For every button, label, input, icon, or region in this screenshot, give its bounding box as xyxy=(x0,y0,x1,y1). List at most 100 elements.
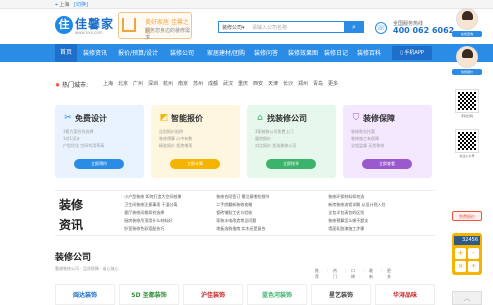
card-cta-button[interactable]: 立即预约 xyxy=(74,159,124,169)
city-link[interactable]: 杭州 xyxy=(163,80,173,87)
nav-item-companies[interactable]: 装修公司 xyxy=(170,48,194,57)
hot-cities-label: ✹ 热门城市: xyxy=(55,82,88,89)
company-logo[interactable]: 华浔品味 xyxy=(375,284,435,305)
news-tag-line-2: 资讯 xyxy=(59,218,84,232)
news-link[interactable]: · 装修合同签订 需注意哪些细节 xyxy=(213,194,270,200)
city-link[interactable]: 南京 xyxy=(178,80,188,87)
company-logo[interactable]: 沪佳装饰 xyxy=(183,284,243,305)
tab-divider: | xyxy=(381,268,383,273)
city-link[interactable]: 郑州 xyxy=(298,80,308,87)
company-logo[interactable]: 蓝色河装饰 xyxy=(247,284,307,305)
company-logo[interactable]: SD 圣都装饰 xyxy=(119,284,179,305)
calculator-icon: ◩ xyxy=(159,113,169,123)
news-link[interactable]: · 厨房装修吊顶用什么材料好 xyxy=(121,218,172,224)
news-link[interactable]: · 装修环保材料如何选 xyxy=(325,194,364,200)
tab-more[interactable]: 更多 xyxy=(387,268,391,280)
card-cta-button[interactable]: 立即找寻 xyxy=(266,159,316,169)
city-link[interactable]: 上海 xyxy=(103,80,113,87)
quote-calculator-widget[interactable]: 32456 + - × ÷ xyxy=(452,233,482,275)
current-city: 上海 xyxy=(59,2,70,8)
card-feature: 全程监督 无忧装修 xyxy=(351,143,385,148)
back-to-top-button[interactable]: ︿ xyxy=(452,291,482,305)
company-logo[interactable]: 星艺装饰 xyxy=(311,284,371,305)
card-cta-button[interactable]: 立即查看 xyxy=(362,159,412,169)
house-icon xyxy=(122,18,136,32)
logo-icon[interactable]: 住 xyxy=(55,16,73,34)
city-link[interactable]: 深圳 xyxy=(148,80,158,87)
news-link[interactable]: · 墙面乳胶漆施工步骤 xyxy=(325,226,364,232)
nav-item-news[interactable]: 装修资讯 xyxy=(83,48,107,57)
house-icon: ⌂ xyxy=(257,113,263,123)
news-link[interactable]: · 卫生间装修注意事项 干湿分离 xyxy=(121,202,178,208)
card-cta-button[interactable]: 立即计算 xyxy=(170,159,220,169)
news-link[interactable]: · 家装水电改造常见问题 xyxy=(213,218,256,224)
slogan-line-2: 服务您身边的装修需求 xyxy=(145,28,191,41)
service-card-smart-quote[interactable]: ◩ 智能报价 告别报价陷阱 装修预算 心中有数 精准报价 拒绝增项 立即计算 xyxy=(151,105,240,178)
search-category-select[interactable]: 装修公司▾ xyxy=(222,24,245,31)
multiply-icon: × xyxy=(455,261,466,272)
free-quote-button[interactable]: 免费报价 xyxy=(452,211,482,221)
nav-item-materials[interactable]: 家居建材/团购 xyxy=(207,48,245,57)
qr-label: 关注公众号 xyxy=(459,154,475,158)
news-link[interactable]: · 瓷砖铺贴工艺与验收 xyxy=(213,210,252,216)
nav-item-diary[interactable]: 装修日记 xyxy=(324,48,348,57)
city-link[interactable]: 广州 xyxy=(133,80,143,87)
top-bar: ⌖ 上海 [切换] xyxy=(0,0,493,9)
city-link[interactable]: 北京 xyxy=(118,80,128,87)
city-link[interactable]: 武汉 xyxy=(223,80,233,87)
news-section: 装修 资讯 · 小户型装修 如何打造大空间效果 · 卫生间装修注意事项 干湿分离 ·… xyxy=(55,190,435,236)
service-card-find-company[interactable]: ⌂ 找装修公司 3家装修公司免费上门 量房报价 对比报价 优选装修公司 立即找寻 xyxy=(247,105,336,178)
shield-icon: ⛉ xyxy=(352,113,360,123)
news-tag-line-1: 装修 xyxy=(59,198,84,212)
company-logo[interactable]: 闽达装饰 xyxy=(55,284,115,305)
tab-latest[interactable]: 最新 xyxy=(369,268,373,280)
search-input[interactable]: 请输入公司名称 xyxy=(252,24,287,31)
tab-reputation[interactable]: 口碑 xyxy=(351,268,355,280)
card-title: 免费设计 xyxy=(75,114,107,123)
city-link[interactable]: 成都 xyxy=(208,80,218,87)
nav-item-wiki[interactable]: 装修百科 xyxy=(357,48,381,57)
card-title: 找装修公司 xyxy=(267,114,307,123)
tab-divider: | xyxy=(327,268,329,273)
news-link[interactable]: · 客厅装修风格如何选择 xyxy=(121,210,164,216)
city-link[interactable]: 天津 xyxy=(268,80,278,87)
nav-item-gallery[interactable]: 装修效果图 xyxy=(288,48,318,57)
news-link[interactable]: · 小户型装修 如何打造大空间效果 xyxy=(121,194,182,200)
switch-city-link[interactable]: [切换] xyxy=(74,2,88,8)
consultant-avatar[interactable] xyxy=(456,46,478,68)
card-feature: 3家装修公司免费上门 xyxy=(255,129,294,134)
news-link[interactable]: · 地板选购指南 实木还是复合 xyxy=(213,226,266,232)
city-link[interactable]: 重庆 xyxy=(238,80,248,87)
city-link[interactable]: 长沙 xyxy=(283,80,293,87)
phone-icon: ☏ xyxy=(375,22,387,34)
city-link[interactable]: 青岛 xyxy=(313,80,323,87)
news-link[interactable]: · 全包半包清包的区别 xyxy=(325,210,364,216)
nav-item-home[interactable]: 首页 xyxy=(55,44,77,62)
news-link[interactable]: · 装修预算怎么做不超支 xyxy=(325,218,368,224)
card-feature: 对比报价 优选装修公司 xyxy=(255,143,297,148)
mobile-app-button[interactable]: ▯ 手机APP xyxy=(392,46,432,60)
news-tag: 装修 资讯 xyxy=(55,191,117,237)
news-link[interactable]: · 新房装修流程详解 从设计到入住 xyxy=(325,202,386,208)
free-quote-link[interactable]: 免费报价 xyxy=(452,69,482,75)
nav-item-quote[interactable]: 报价/预算/设计 xyxy=(118,48,158,57)
calculator-display: 32456 xyxy=(454,236,480,245)
service-card-guarantee[interactable]: ⛉ 装修保障 装修款先托管 装修施工有保障 全程监督 无忧装修 立即查看 xyxy=(343,105,432,178)
city-link[interactable]: 苏州 xyxy=(193,80,203,87)
city-link[interactable]: 西安 xyxy=(253,80,263,87)
tab-hot[interactable]: 热门 xyxy=(333,268,337,280)
online-consult-button[interactable]: 在线咨询 xyxy=(452,31,482,37)
card-feature: 量房报价 xyxy=(255,136,271,141)
service-card-free-design[interactable]: ✂ 免费设计 3套方案任你选择 1对1设计 户型优化 空间利用率高 立即预约 xyxy=(55,105,144,178)
search-icon: ⌕ xyxy=(352,23,356,31)
main-nav: 首页 装修资讯 报价/预算/设计 装修公司 家居建材/团购 装修问答 装修效果图… xyxy=(0,44,493,62)
site-header: 住 佳馨家 www.xxx.com 美好家居 佳馨之选 服务您身边的装修需求 装… xyxy=(0,9,493,43)
city-link-more[interactable]: 更多 xyxy=(328,80,338,87)
tab-recommended[interactable]: 推荐 xyxy=(315,268,319,280)
news-link[interactable]: · 二手房翻新装修攻略 xyxy=(213,202,252,208)
news-link[interactable]: · 卧室装修色彩搭配技巧 xyxy=(121,226,164,232)
nav-item-qa[interactable]: 装修问答 xyxy=(254,48,278,57)
scissors-icon: ✂ xyxy=(64,113,72,123)
consultant-avatar[interactable] xyxy=(456,8,478,30)
search-button[interactable]: ⌕ xyxy=(344,21,364,33)
